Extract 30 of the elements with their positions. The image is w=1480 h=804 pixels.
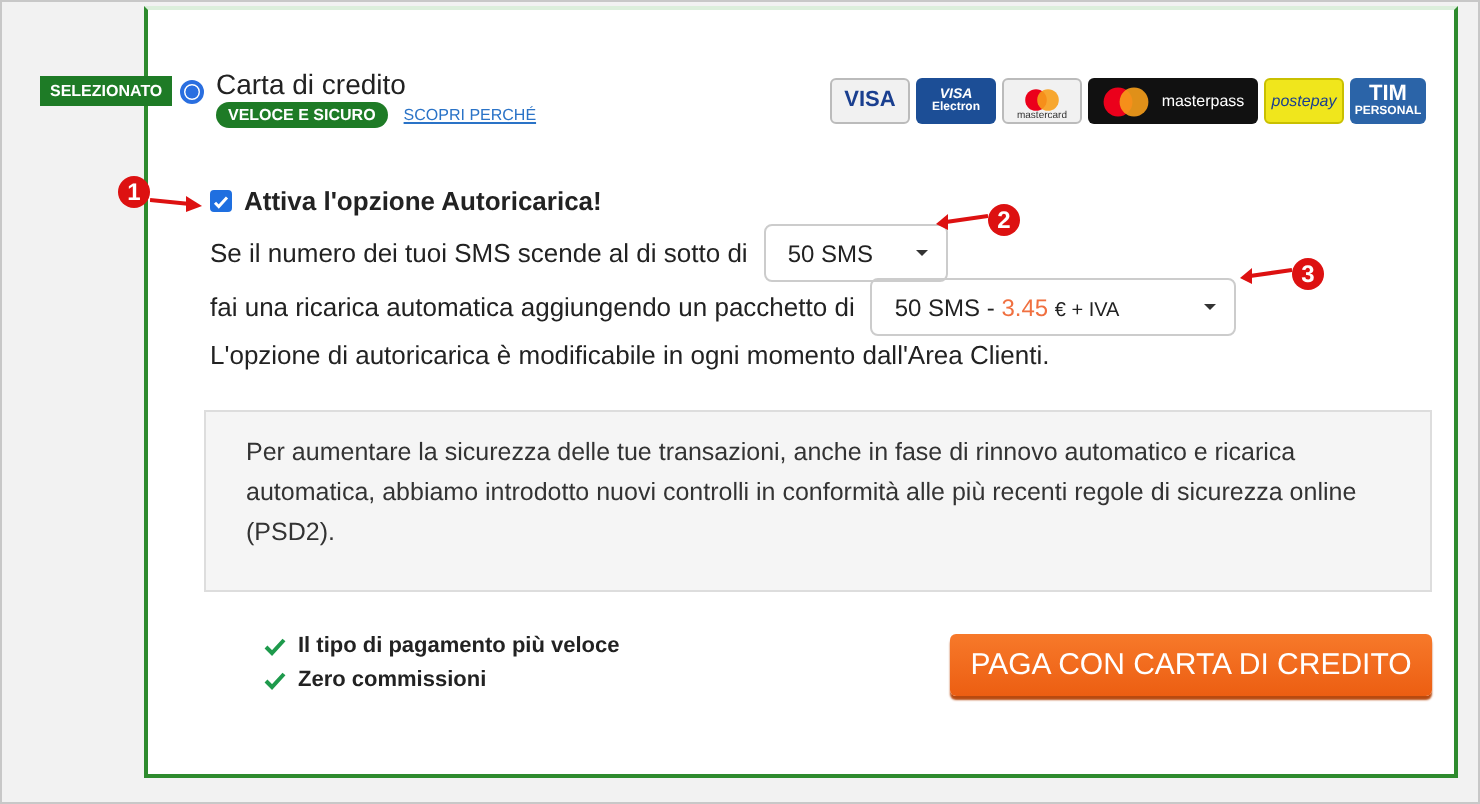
note-text: L'opzione di autoricarica è modificabile in ogni momento dall'Area Clienti. <box>210 340 1052 370</box>
callout-arrow <box>936 208 988 232</box>
postepay-logo: postepay <box>1264 78 1344 124</box>
autorecharge-checkbox[interactable] <box>210 190 232 212</box>
callout-number: 2 <box>988 204 1020 236</box>
threshold-dropdown[interactable]: 50 SMS <box>763 224 948 282</box>
package-text: fai una ricarica automatica aggiungendo un pacchetto di <box>210 292 855 322</box>
selected-badge: SELEZIONATO <box>40 76 173 106</box>
feature-tag: VELOCE E SICURO <box>216 102 388 128</box>
masterpass-logo: masterpass <box>1088 78 1258 124</box>
circles-icon <box>1101 85 1150 117</box>
checkbox-label: Attiva l'opzione Autoricarica! <box>244 186 602 216</box>
method-title: Carta di credito <box>216 68 408 100</box>
callout-number: 3 <box>1292 258 1324 290</box>
caret-icon <box>915 250 928 256</box>
benefit-text: Zero commissioni <box>298 668 487 692</box>
why-link[interactable]: SCOPRI PERCHÉ <box>403 106 537 124</box>
callout-arrow <box>1240 262 1292 286</box>
circles-icon <box>1022 88 1062 112</box>
info-text: Per aumentare la sicurezza delle tue transazioni, anche in fase di rinnovo automatico e ricarica automatica, abbiamo introdotto nuovi controlli in conformità alle più recenti regole di sicurezza online (PSD2). <box>246 438 1357 546</box>
threshold-text: Se il numero dei tuoi SMS scende al di sotto di <box>210 238 748 268</box>
callout-number: 1 <box>118 176 150 208</box>
radio-button[interactable] <box>180 80 204 104</box>
check-icon <box>264 671 286 689</box>
visa-logo: VISA <box>830 78 910 124</box>
benefit-text: Il tipo di pagamento più veloce <box>298 634 620 658</box>
check-icon <box>264 637 286 655</box>
caret-icon <box>1204 304 1217 310</box>
package-dropdown[interactable]: 50 SMS - 3.45 € + IVA <box>870 278 1237 336</box>
callout-arrow <box>150 190 202 214</box>
